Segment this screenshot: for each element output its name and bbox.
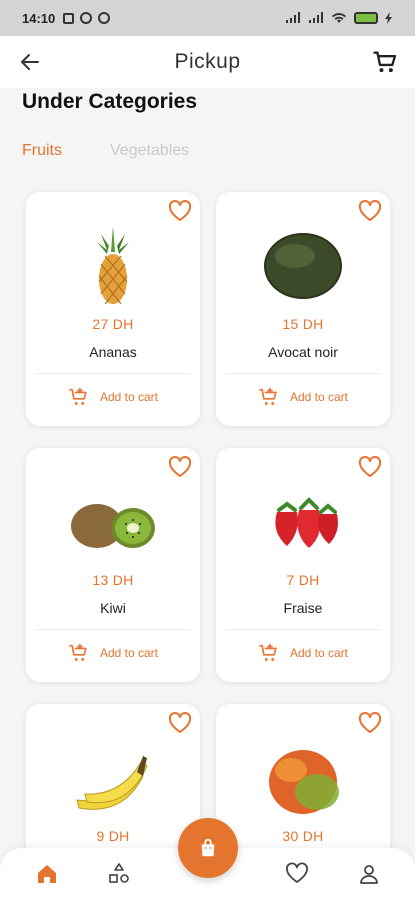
add-to-cart-label: Add to cart xyxy=(99,390,159,404)
favorite-heart-icon[interactable] xyxy=(168,456,192,478)
wifi-icon xyxy=(332,13,346,23)
product-card[interactable]: 7 DH Fraise Add to cart xyxy=(216,448,390,682)
charging-icon xyxy=(385,12,392,24)
product-price: 27 DH xyxy=(92,316,134,332)
add-cart-icon xyxy=(258,387,277,405)
status-system-icons xyxy=(285,12,393,24)
product-card[interactable]: 13 DH Kiwi Add to cart xyxy=(26,448,200,682)
shopping-bag-icon xyxy=(201,838,215,857)
status-bar: 14:10 xyxy=(0,0,415,36)
notification-icon xyxy=(98,12,111,24)
strawberry-image xyxy=(275,497,338,548)
kiwi-image xyxy=(71,504,155,548)
section-title: Under Categories xyxy=(22,90,198,113)
signal-icon xyxy=(286,12,300,23)
card-divider xyxy=(36,629,190,630)
card-divider xyxy=(226,629,380,630)
status-notification-icons xyxy=(63,12,111,24)
add-to-cart-button[interactable]: Add to cart xyxy=(216,642,390,664)
notification-icon xyxy=(63,12,75,24)
card-divider xyxy=(226,373,380,374)
add-to-cart-button[interactable]: Add to cart xyxy=(26,386,200,408)
category-tabs: Fruits Vegetables xyxy=(22,142,189,160)
favorite-heart-icon[interactable] xyxy=(168,712,192,734)
product-price: 13 DH xyxy=(92,572,134,588)
product-name: Fraise xyxy=(283,600,323,616)
banana-image xyxy=(76,756,148,810)
add-cart-icon xyxy=(258,643,277,661)
categories-icon[interactable] xyxy=(107,862,131,886)
product-name: Ananas xyxy=(89,344,137,360)
favorite-heart-icon[interactable] xyxy=(358,712,382,734)
product-card[interactable]: 27 DH Ananas Add to cart xyxy=(26,192,200,426)
product-price: 30 DH xyxy=(282,828,324,844)
tab-fruits[interactable]: Fruits xyxy=(22,142,62,160)
add-to-cart-button[interactable]: Add to cart xyxy=(26,642,200,664)
mango-image xyxy=(269,750,339,814)
battery-icon xyxy=(354,12,378,24)
add-to-cart-label: Add to cart xyxy=(289,646,349,660)
cart-icon[interactable] xyxy=(371,48,399,76)
signal-icon xyxy=(309,12,323,23)
add-to-cart-button[interactable]: Add to cart xyxy=(216,386,390,408)
pineapple-image xyxy=(97,226,129,305)
product-name: Avocat noir xyxy=(268,344,338,360)
favorite-heart-icon[interactable] xyxy=(168,200,192,222)
product-card[interactable]: 15 DH Avocat noir Add to cart xyxy=(216,192,390,426)
product-price: 15 DH xyxy=(282,316,324,332)
favorite-heart-icon[interactable] xyxy=(358,456,382,478)
product-name: Kiwi xyxy=(100,600,126,616)
add-cart-icon xyxy=(68,387,87,405)
user-icon[interactable] xyxy=(357,862,381,886)
card-divider xyxy=(36,373,190,374)
avocado-image xyxy=(264,233,342,299)
tab-vegetables[interactable]: Vegetables xyxy=(110,142,189,160)
product-price: 9 DH xyxy=(96,828,130,844)
product-price: 7 DH xyxy=(286,572,320,588)
home-icon[interactable] xyxy=(35,862,59,886)
shopping-bag-button[interactable] xyxy=(178,818,238,878)
add-to-cart-label: Add to cart xyxy=(289,390,349,404)
app-bar: Pickup xyxy=(0,36,415,88)
page-title: Pickup xyxy=(174,50,241,73)
favorite-heart-icon[interactable] xyxy=(358,200,382,222)
notification-icon xyxy=(80,12,93,24)
back-arrow-icon[interactable] xyxy=(18,50,42,74)
add-cart-icon xyxy=(68,643,87,661)
add-to-cart-label: Add to cart xyxy=(99,646,159,660)
status-time: 14:10 xyxy=(22,10,56,26)
heart-icon[interactable] xyxy=(285,862,309,886)
